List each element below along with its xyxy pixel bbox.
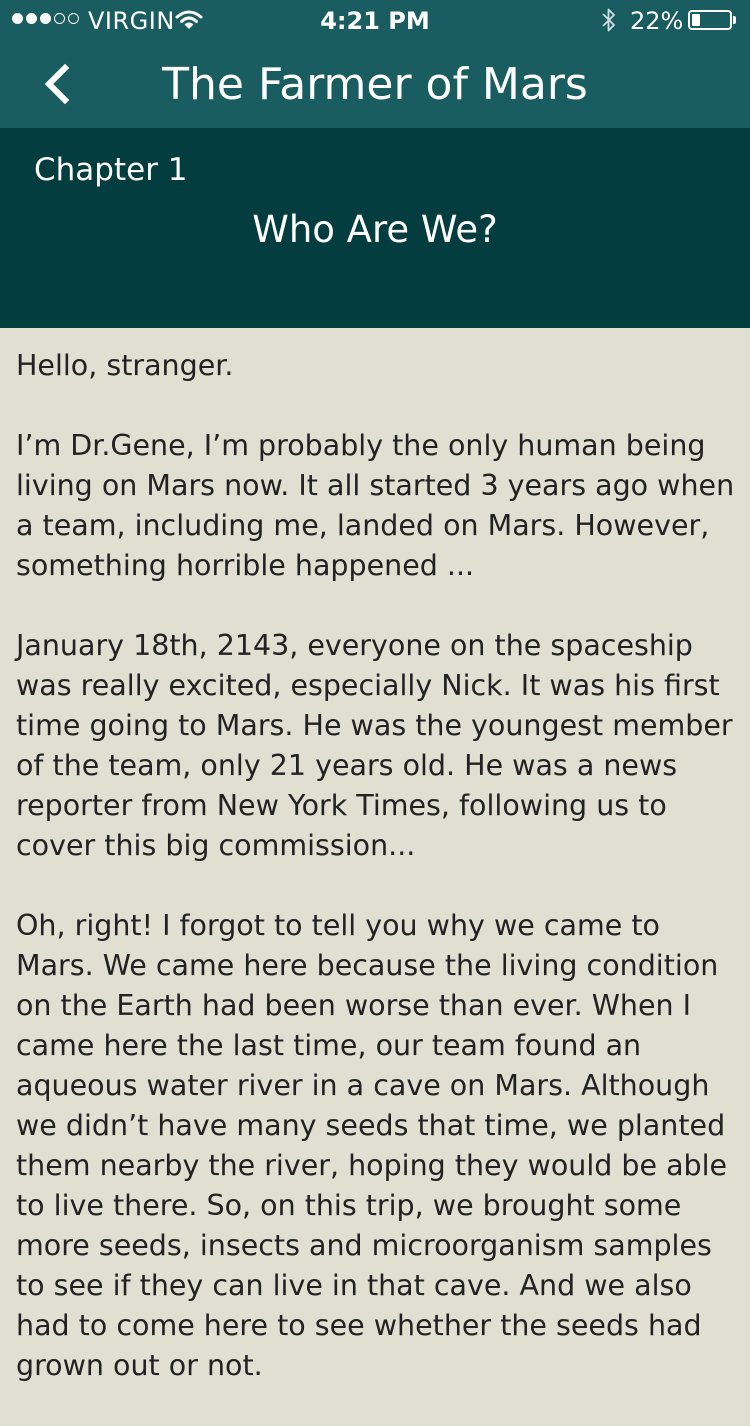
status-bar: VIRGIN 4:21 PM 22% [0, 0, 750, 40]
chapter-title: Who Are We? [252, 208, 498, 251]
battery-tip [733, 16, 736, 24]
story-text[interactable]: Hello, stranger. I’m Dr.Gene, I’m probab… [16, 346, 740, 1426]
battery-icon [688, 10, 732, 30]
chapter-label: Chapter 1 [34, 152, 188, 188]
story-paragraph: Oh, right! I forgot to tell you why we c… [16, 909, 728, 1382]
story-paragraph: Hello, stranger. [16, 349, 234, 382]
top-bar: VIRGIN 4:21 PM 22% The Farmer of Mars [0, 0, 750, 128]
battery-percent: 22% [630, 7, 684, 35]
chapter-header: Chapter 1 Who Are We? [0, 128, 750, 328]
bluetooth-icon [600, 7, 618, 39]
book-title: The Farmer of Mars [162, 59, 588, 110]
story-paragraph: January 18th, 2143, everyone on the spac… [16, 629, 733, 862]
battery-level-fill [692, 14, 700, 26]
story-paragraph: I’m Dr.Gene, I’m probably the only human… [16, 429, 735, 582]
